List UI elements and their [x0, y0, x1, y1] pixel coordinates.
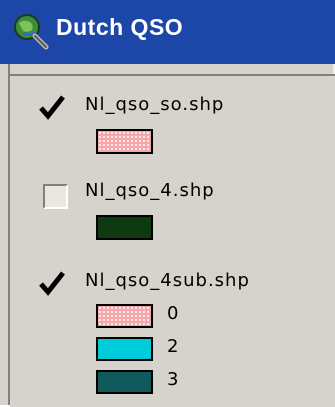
layer-name[interactable]: Nl_qso_4sub.shp — [85, 270, 250, 291]
layer-visibility-checkbox[interactable] — [38, 270, 65, 296]
layer-row[interactable]: Nl_qso_4.shp — [10, 176, 335, 256]
legend-swatch — [96, 337, 153, 361]
legend-label: 3 — [167, 369, 179, 390]
layer-name[interactable]: Nl_qso_so.shp — [85, 94, 224, 115]
legend-swatch — [96, 215, 153, 240]
layer-visibility-checkbox[interactable] — [38, 94, 65, 120]
layer-row[interactable]: Nl_qso_so.shp — [10, 76, 335, 176]
layer-visibility-checkbox[interactable] — [43, 184, 68, 209]
legend-swatch — [96, 370, 153, 394]
layer-row[interactable]: Nl_qso_4sub.shp 0 2 3 — [10, 256, 335, 406]
window-titlebar[interactable]: Dutch QSO — [0, 0, 335, 64]
table-of-contents: Nl_qso_so.shp Nl_qso_4.shp Nl_qso_4sub.s… — [10, 74, 335, 407]
legend-label: 2 — [167, 336, 179, 357]
checkmark-icon — [39, 271, 65, 296]
legend-label: 0 — [167, 303, 179, 324]
legend-swatch — [96, 304, 153, 328]
globe-magnifier-icon — [14, 14, 49, 50]
window-title: Dutch QSO — [56, 14, 184, 40]
legend-swatch — [96, 129, 153, 154]
layer-name[interactable]: Nl_qso_4.shp — [85, 180, 215, 201]
checkmark-icon — [39, 95, 65, 120]
